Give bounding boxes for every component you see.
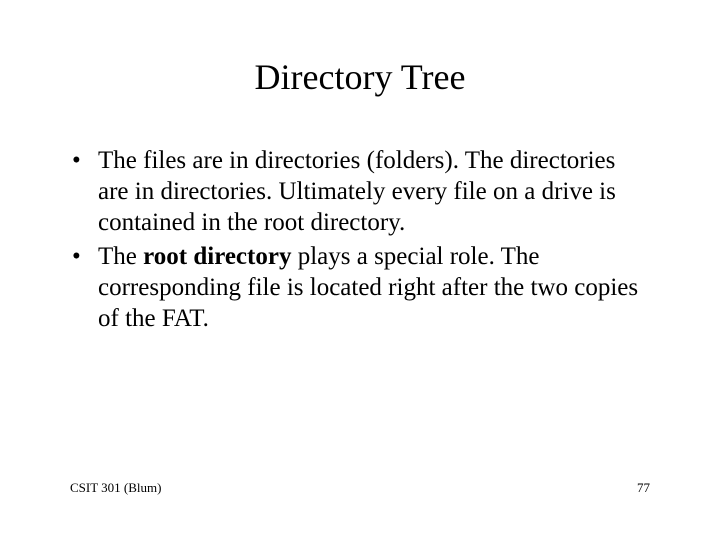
bullet-list: The files are in directories (folders). … <box>70 146 650 335</box>
slide-footer: CSIT 301 (Blum) 77 <box>70 480 650 496</box>
bullet-text-pre: The <box>98 243 143 270</box>
bullet-text-pre: The files are in directories (folders). … <box>98 147 616 236</box>
list-item: The files are in directories (folders). … <box>70 146 650 238</box>
footer-left: CSIT 301 (Blum) <box>70 480 162 496</box>
list-item: The root directory plays a special role.… <box>70 242 650 334</box>
slide-title: Directory Tree <box>70 56 650 98</box>
footer-page-number: 77 <box>637 480 650 496</box>
bullet-text-bold: root directory <box>143 243 291 270</box>
